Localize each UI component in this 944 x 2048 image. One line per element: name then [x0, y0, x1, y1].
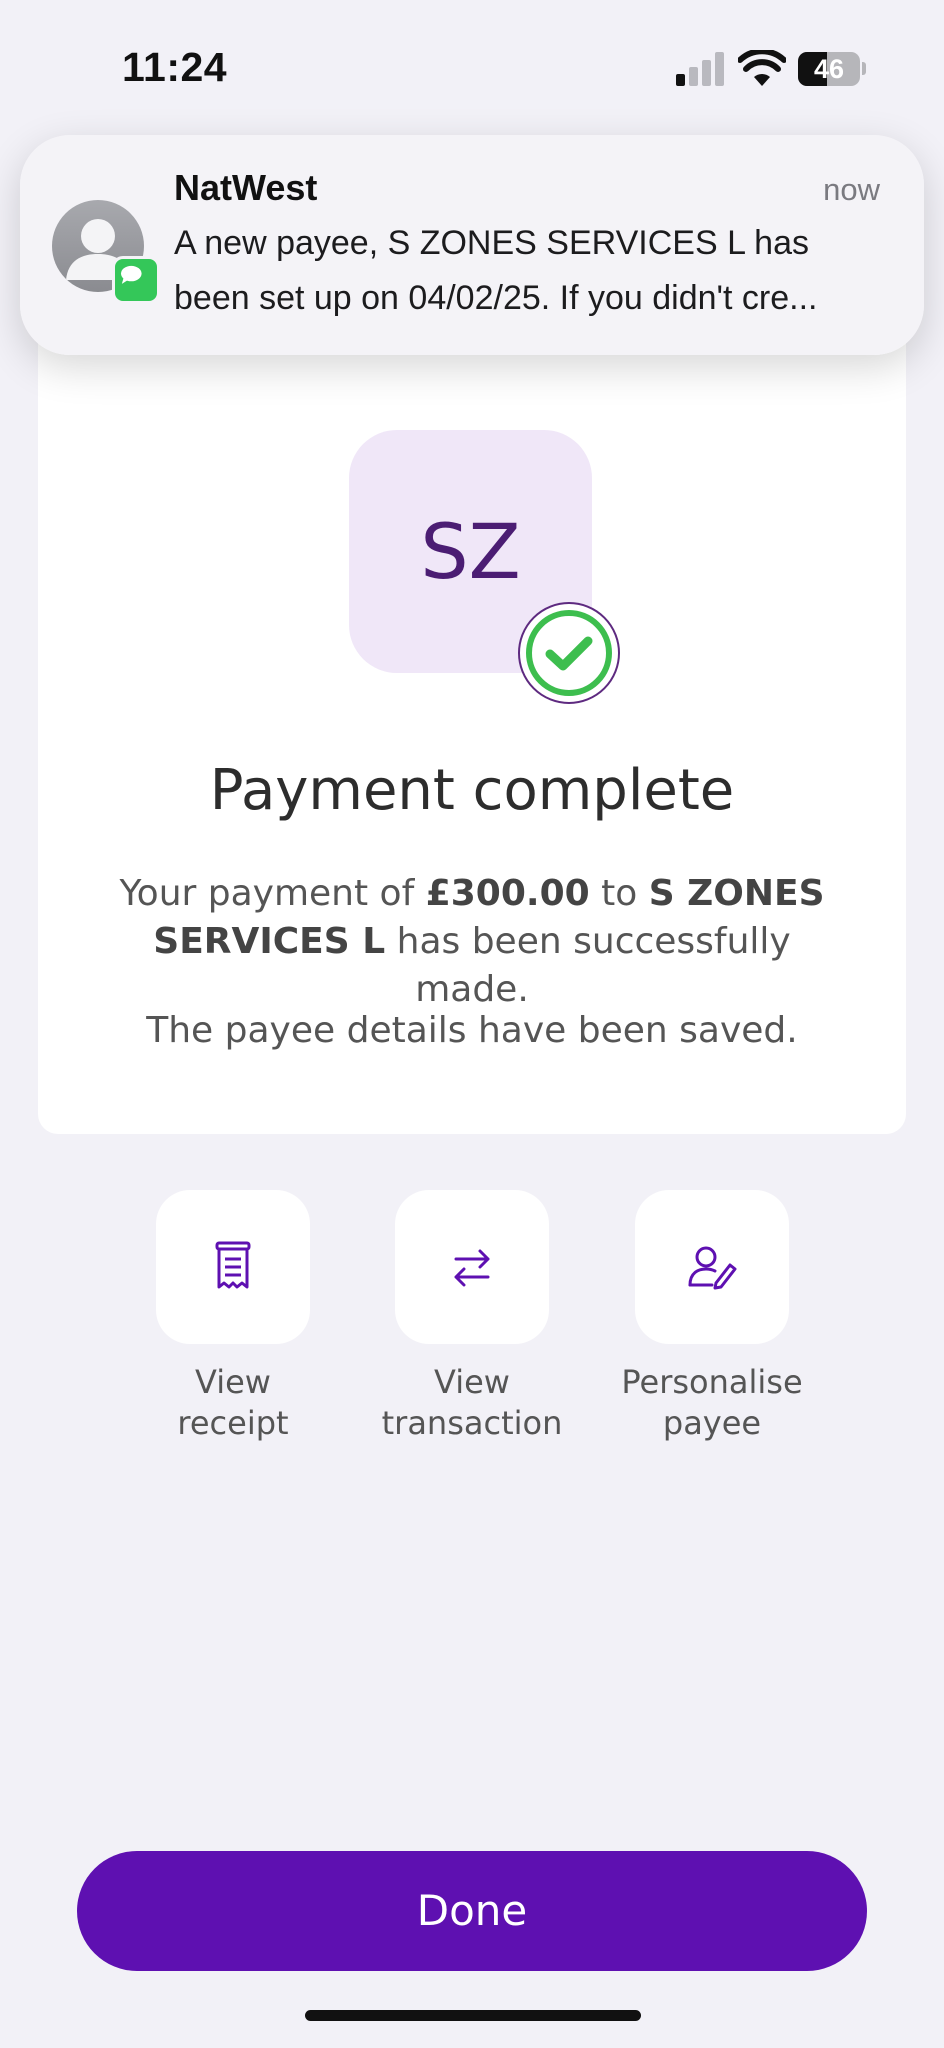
view-transaction-button[interactable] — [395, 1190, 549, 1344]
personalise-payee-button[interactable] — [635, 1190, 789, 1344]
wifi-icon — [738, 50, 786, 86]
transfer-arrows-icon — [454, 1249, 490, 1287]
cellular-signal-icon — [676, 52, 726, 86]
battery-tip — [862, 62, 866, 75]
payment-amount: £300.00 — [425, 873, 590, 914]
notification-body: A new payee, S ZONES SERVICES L has been… — [174, 224, 818, 317]
notification-app-name: NatWest — [174, 167, 318, 208]
payee-saved-text: The payee details have been saved. — [146, 1010, 798, 1051]
payment-complete-title: Payment complete — [209, 758, 735, 823]
battery-icon: 46 — [798, 52, 860, 86]
receipt-icon — [215, 1241, 251, 1289]
notification-time: now — [823, 172, 880, 207]
personalise-payee-label: Personalise payee — [621, 1363, 803, 1442]
view-receipt-button[interactable] — [156, 1190, 310, 1344]
status-bar: 11:24 46 — [0, 0, 944, 130]
edit-person-icon — [688, 1246, 737, 1290]
view-receipt-label: View receipt — [177, 1363, 289, 1442]
battery-level: 46 — [813, 54, 845, 84]
home-indicator[interactable] — [305, 2010, 641, 2021]
status-time: 11:24 — [122, 44, 228, 90]
messages-icon — [112, 256, 160, 304]
done-button[interactable]: Done — [77, 1851, 867, 1971]
view-transaction-label: View transaction — [381, 1363, 563, 1442]
checkmark-circle-icon — [518, 602, 620, 704]
payment-summary-text: Your payment of £300.00 to S ZONES SERVI… — [119, 873, 825, 1010]
